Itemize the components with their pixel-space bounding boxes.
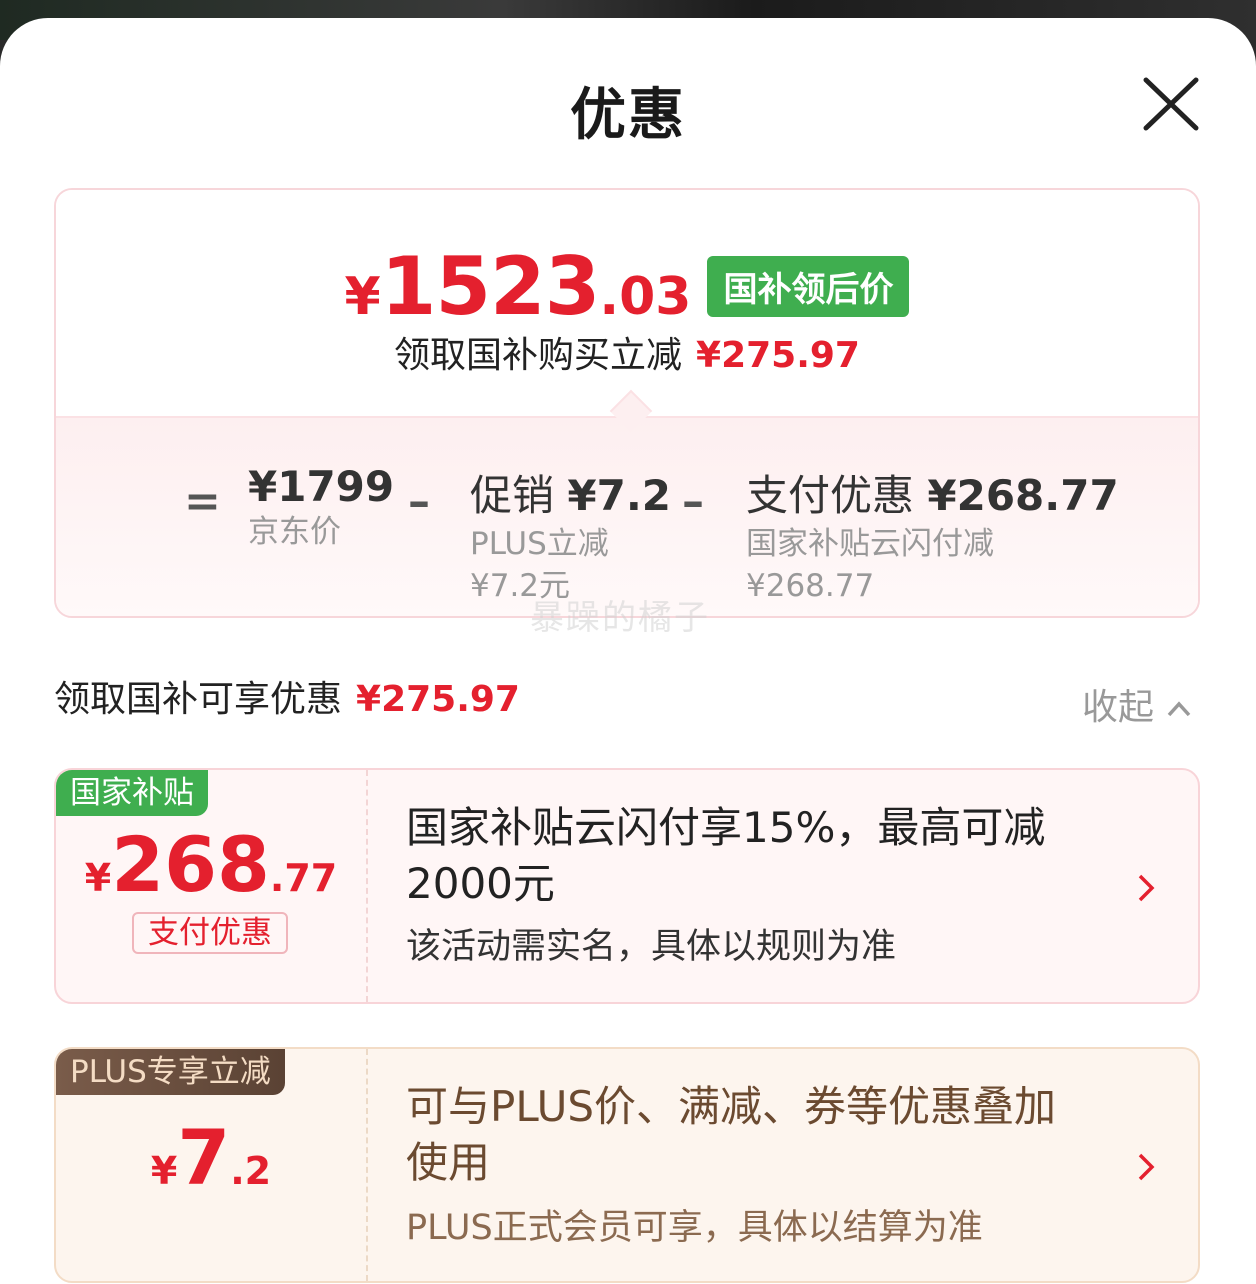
save-amount: ¥275.97 bbox=[696, 335, 860, 376]
coupon-tag: 国家补贴 bbox=[56, 770, 208, 816]
breakdown-jd-price: ¥1799 京东价 bbox=[248, 462, 395, 550]
payment-discount-tag: 支付优惠 bbox=[132, 912, 288, 954]
coupon-divider bbox=[366, 1049, 368, 1281]
coupon-desc: PLUS正式会员可享，具体以结算为准 bbox=[406, 1208, 983, 1248]
subsidy-price-badge: 国补领后价 bbox=[707, 256, 910, 317]
chevron-right-icon bbox=[1138, 874, 1155, 902]
summary-top: ¥1523.03 国补领后价 领取国补购买立减 ¥275.97 bbox=[56, 190, 1198, 416]
minus-sign: – bbox=[408, 476, 430, 527]
coupon-desc: 该活动需实名，具体以规则为准 bbox=[406, 927, 897, 967]
coupon-tag: PLUS专享立减 bbox=[56, 1049, 285, 1095]
breakdown-payment: 支付优惠 ¥268.77 国家补贴云闪付减 ¥268.77 bbox=[746, 471, 1119, 604]
plus-coupon-card[interactable]: PLUS专享立减 ¥7.2 可与PLUS价、满减、券等优惠叠加使用 PLUS正式… bbox=[54, 1047, 1200, 1283]
coupon-title: 国家补贴云闪付享15%，最高可减2000元 bbox=[406, 803, 1046, 908]
final-price: ¥1523.03 bbox=[344, 240, 692, 333]
equals-sign: = bbox=[184, 476, 221, 527]
chevron-up-icon bbox=[1167, 701, 1191, 717]
final-price-row: ¥1523.03 国补领后价 bbox=[56, 240, 1198, 333]
minus-sign: – bbox=[682, 476, 704, 527]
sheet-title: 优惠 bbox=[570, 83, 686, 148]
price-summary-card: ¥1523.03 国补领后价 领取国补购买立减 ¥275.97 = ¥1799 京东… bbox=[54, 188, 1200, 618]
save-label: 领取国补购买立减 bbox=[394, 335, 683, 376]
subsidy-coupon-card[interactable]: 国家补贴 ¥268.77 支付优惠 国家补贴云闪付享15%，最高可减2000元 … bbox=[54, 768, 1200, 1004]
chevron-right-icon bbox=[1138, 1153, 1155, 1181]
coupon-title: 可与PLUS价、满减、券等优惠叠加使用 bbox=[406, 1082, 1057, 1187]
collapse-button[interactable]: 收起 bbox=[1082, 678, 1192, 730]
watermark-text: 暴躁的橘子 bbox=[530, 598, 710, 638]
close-icon[interactable] bbox=[1138, 74, 1204, 134]
discount-bottom-sheet: 优惠 ¥1523.03 国补领后价 领取国补购买立减 ¥275.97 = ¥1799… bbox=[0, 18, 1256, 1284]
breakdown-promotion: 促销 ¥7.2 PLUS立减 ¥7.2元 bbox=[470, 471, 672, 604]
coupon-divider bbox=[366, 770, 368, 1002]
save-row: 领取国补购买立减 ¥275.97 bbox=[56, 326, 1198, 378]
section-title: 领取国补可享优惠 ¥275.97 bbox=[54, 679, 520, 720]
coupon-amount: ¥7.2 bbox=[150, 1113, 272, 1202]
coupon-amount: ¥268.77 bbox=[84, 820, 338, 909]
section-amount: ¥275.97 bbox=[356, 679, 520, 720]
